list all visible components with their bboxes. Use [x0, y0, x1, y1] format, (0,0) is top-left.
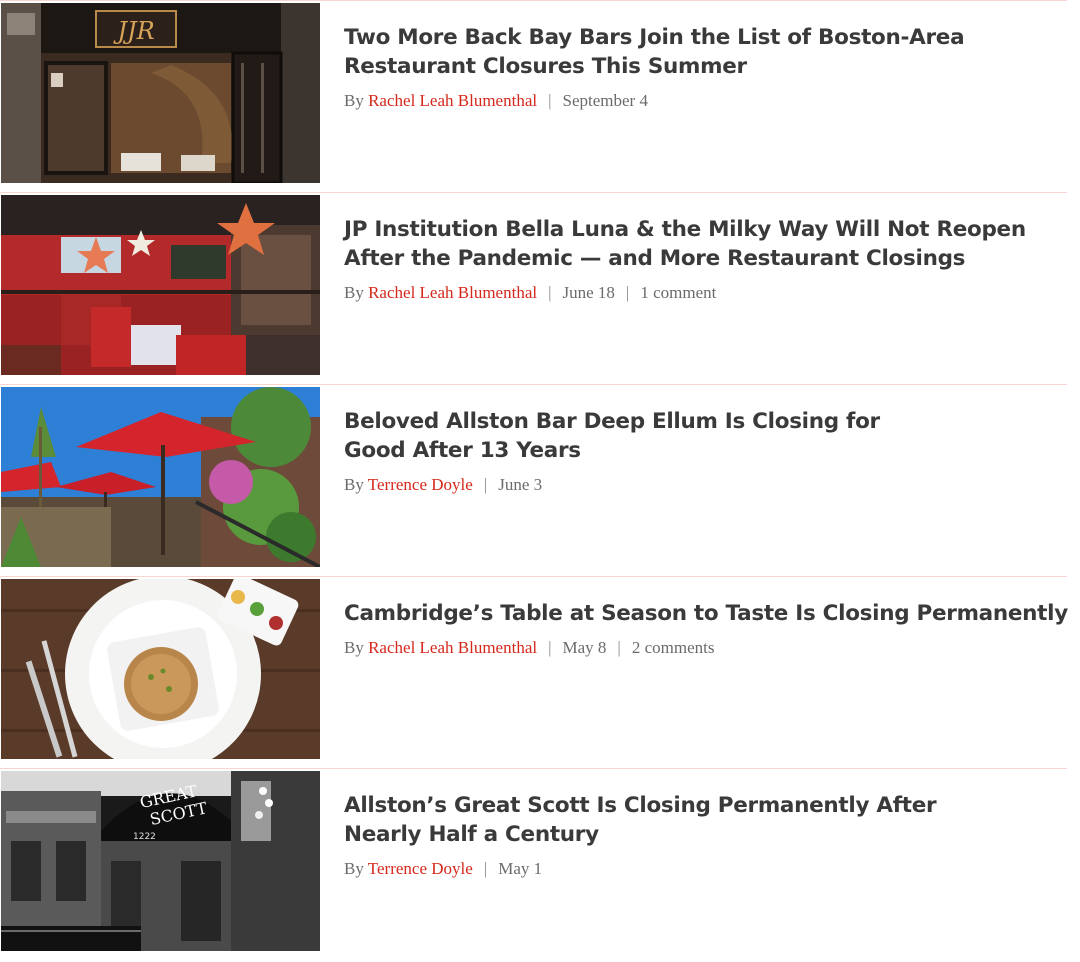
article-item: JP Institution Bella Luna & the Milky Wa…: [0, 192, 1067, 385]
divider: |: [548, 91, 552, 110]
article-headline[interactable]: JP Institution Bella Luna & the Milky Wa…: [344, 215, 1044, 273]
article-byline: By Terrence Doyle | June 3: [344, 474, 1044, 496]
byline-prefix: By: [344, 475, 364, 494]
article-item: Beloved Allston Bar Deep Ellum Is Closin…: [0, 384, 1067, 577]
divider: |: [625, 283, 630, 302]
divider: |: [483, 475, 488, 494]
publish-date: May 1: [498, 859, 543, 878]
article-thumbnail-deep-ellum[interactable]: [1, 387, 320, 567]
comments-link[interactable]: 1 comment: [640, 283, 716, 302]
byline-prefix: By: [344, 859, 364, 878]
headline-line: Two More Back Bay Bars Join the List of …: [344, 25, 965, 50]
sign-address: 1222: [133, 832, 156, 842]
article-item: GREAT SCOTT 1222 Allston’s Great Scott I…: [0, 768, 1067, 961]
divider: |: [548, 283, 552, 302]
article-thumbnail-great-scott[interactable]: GREAT SCOTT 1222: [1, 771, 320, 951]
patio-image: [1, 387, 320, 567]
article-byline: By Terrence Doyle | May 1: [344, 858, 1044, 880]
article-thumbnail-jjr-bar[interactable]: JJR: [1, 3, 320, 183]
headline-line: After the Pandemic — and More Restaurant…: [344, 246, 966, 271]
publish-date: June 18: [562, 283, 615, 302]
headline-line: Restaurant Closures This Summer: [344, 54, 747, 79]
author-link[interactable]: Rachel Leah Blumenthal: [368, 91, 537, 110]
article-byline: By Rachel Leah Blumenthal | June 18 | 1 comm…: [344, 282, 1044, 304]
publish-date: September 4: [562, 91, 648, 110]
article-item: JJR Two More Back Bay Bars Join the List…: [0, 0, 1067, 193]
article-headline[interactable]: Two More Back Bay Bars Join the List of …: [344, 23, 1044, 81]
headline-line: JP Institution Bella Luna & the Milky Wa…: [344, 217, 1026, 242]
restaurant-interior-image: [1, 195, 320, 375]
comments-link[interactable]: 2 comments: [632, 638, 715, 657]
article-headline[interactable]: Beloved Allston Bar Deep Ellum Is Closin…: [344, 407, 1044, 465]
headline-line: Cambridge’s Table at Season to Taste Is …: [344, 601, 1068, 626]
article-headline[interactable]: Cambridge’s Table at Season to Taste Is …: [344, 599, 1068, 628]
article-text: Allston’s Great Scott Is Closing Permane…: [344, 791, 1044, 880]
article-byline: By Rachel Leah Blumenthal | May 8 | 2 commen…: [344, 637, 1044, 659]
publish-date: May 8: [562, 638, 607, 657]
author-link[interactable]: Terrence Doyle: [368, 475, 473, 494]
article-text: Beloved Allston Bar Deep Ellum Is Closin…: [344, 407, 1044, 496]
author-link[interactable]: Rachel Leah Blumenthal: [368, 638, 537, 657]
article-byline: By Rachel Leah Blumenthal | September 4: [344, 90, 1044, 112]
article-headline[interactable]: Allston’s Great Scott Is Closing Permane…: [344, 791, 1044, 849]
article-thumbnail-season-to-taste[interactable]: [1, 579, 320, 759]
dish-image: [1, 579, 320, 759]
publish-date: June 3: [498, 475, 543, 494]
article-text: Two More Back Bay Bars Join the List of …: [344, 23, 1044, 112]
divider: |: [617, 638, 621, 657]
bar-exterior-image: GREAT SCOTT 1222: [1, 771, 320, 951]
author-link[interactable]: Terrence Doyle: [368, 859, 473, 878]
storefront-image: JJR: [1, 3, 320, 183]
headline-line: Allston’s Great Scott Is Closing Permane…: [344, 793, 937, 818]
byline-prefix: By: [344, 638, 364, 657]
divider: |: [548, 638, 552, 657]
headline-line: Nearly Half a Century: [344, 822, 599, 847]
article-text: JP Institution Bella Luna & the Milky Wa…: [344, 215, 1044, 304]
divider: |: [483, 859, 488, 878]
byline-prefix: By: [344, 91, 364, 110]
sign-text: JJR: [112, 17, 154, 45]
author-link[interactable]: Rachel Leah Blumenthal: [368, 283, 537, 302]
article-item: Cambridge’s Table at Season to Taste Is …: [0, 576, 1068, 769]
article-text: Cambridge’s Table at Season to Taste Is …: [344, 599, 1068, 659]
headline-line: Beloved Allston Bar Deep Ellum Is Closin…: [344, 409, 880, 434]
headline-line: Good After 13 Years: [344, 438, 581, 463]
byline-prefix: By: [344, 283, 364, 302]
article-thumbnail-bella-luna[interactable]: [1, 195, 320, 375]
